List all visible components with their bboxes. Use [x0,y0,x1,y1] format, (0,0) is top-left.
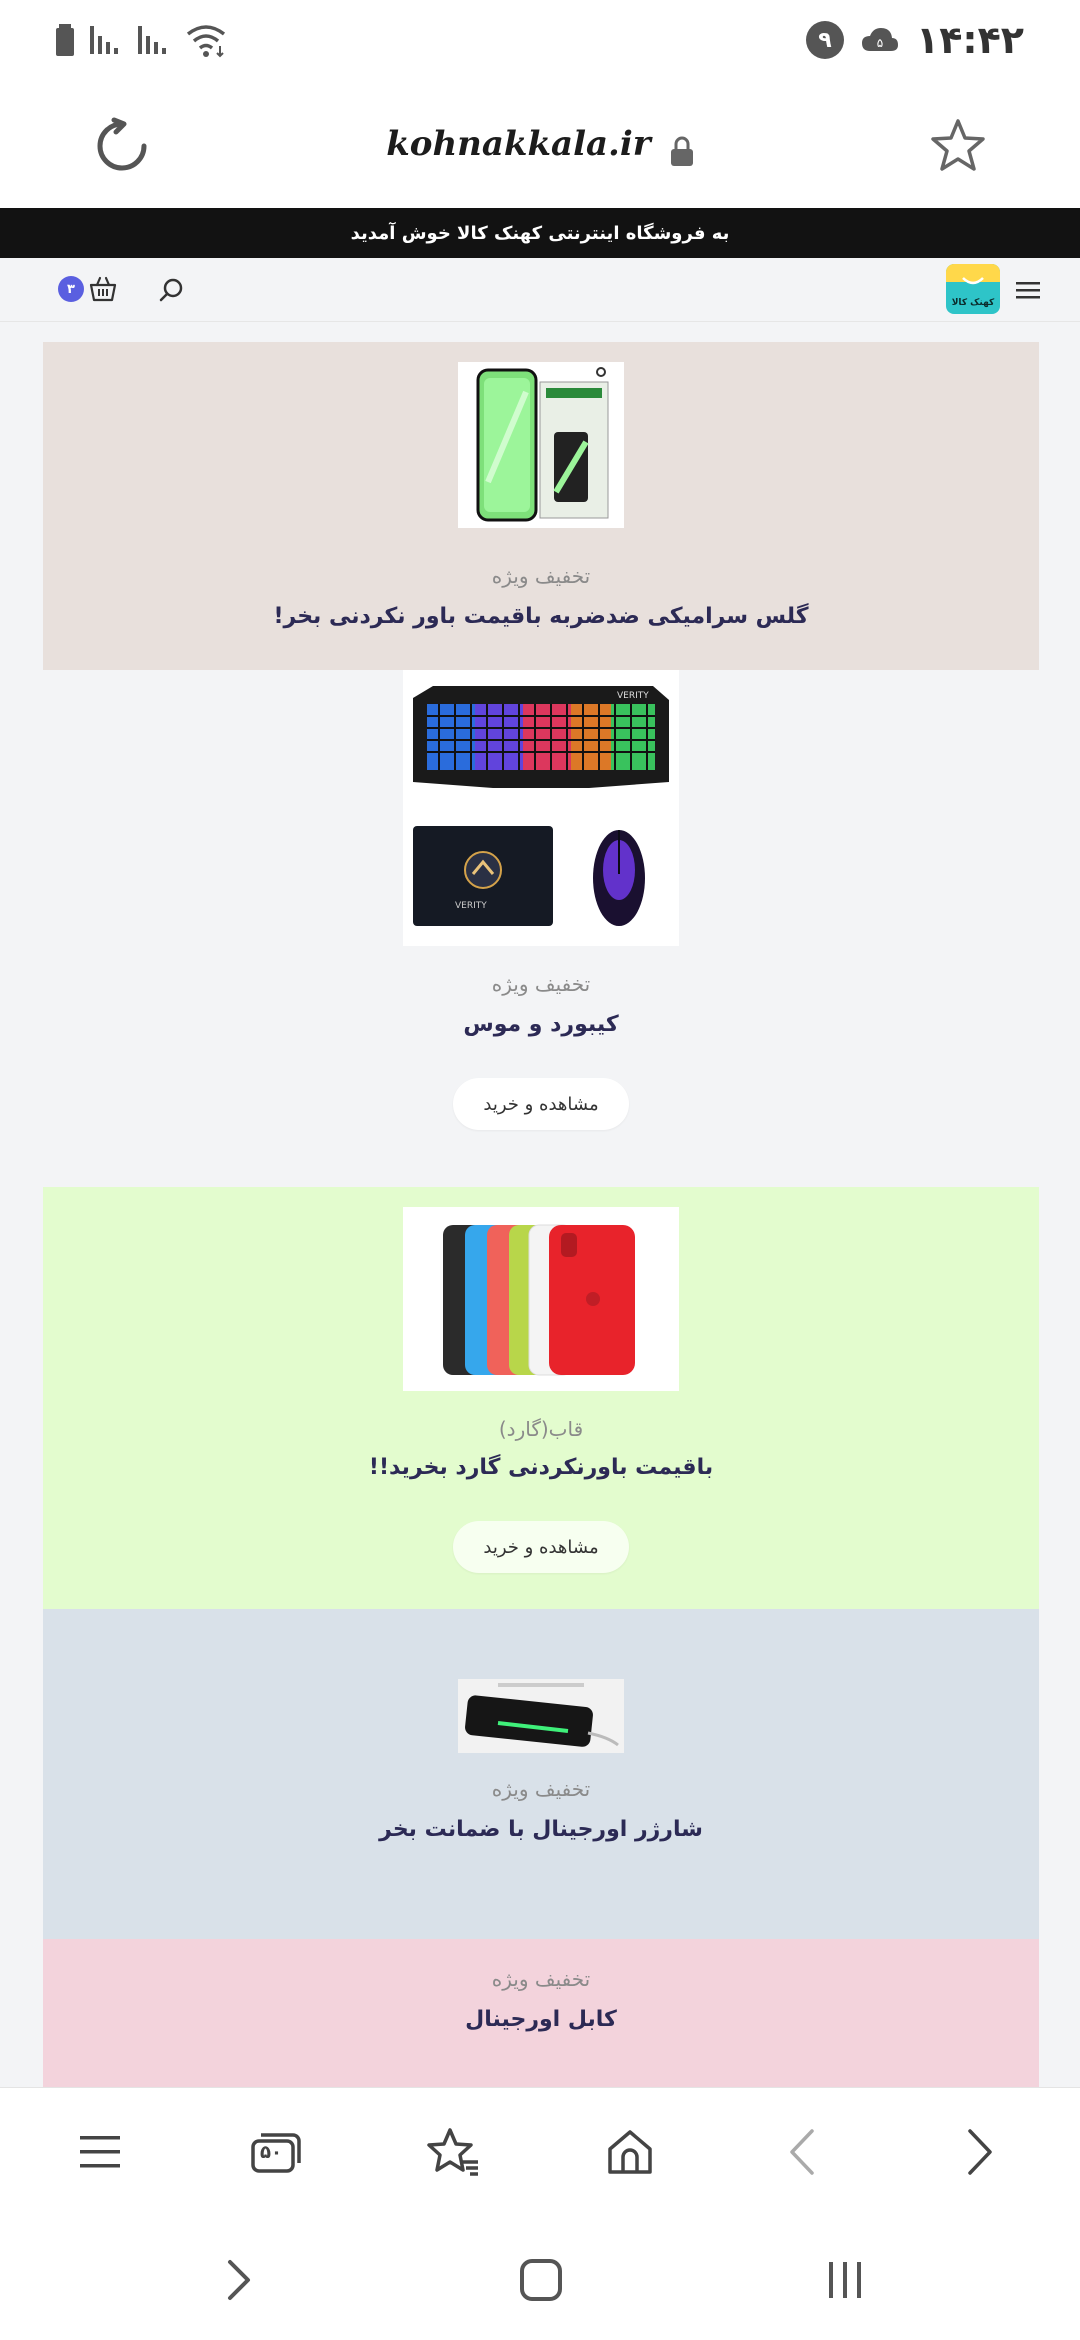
card-title: گلس سرامیکی ضدضربه باقیمت باور نکردنی بخ… [273,604,809,629]
recents-icon [829,2262,861,2298]
back-button[interactable] [774,2124,830,2180]
cases-product-image [403,1207,679,1391]
chevron-right-icon [968,2129,992,2175]
card-title: باقیمت باورنکردنی گارد بخرید!! [368,1455,714,1480]
bookmarks-button[interactable] [426,2124,482,2180]
home-icon [608,2130,652,2174]
address-bar: kohnakkala.ir [0,84,1080,208]
welcome-text: به فروشگاه اینترنتی کهنک کالا خوش آمدید [350,222,730,244]
url-text: kohnakkala.ir [386,124,651,164]
cart-icon[interactable] [88,274,118,304]
site-logo[interactable]: کهنک کالا [946,264,1000,314]
lock-icon [670,136,693,166]
logo-text: کهنک کالا [951,298,995,308]
url-field[interactable]: kohnakkala.ir [0,124,1080,167]
forward-button[interactable] [952,2124,1008,2180]
signal-icon [90,26,118,54]
browser-toolbar: ۵۰ [0,2087,1080,2215]
card-title: شارژر اورجینال با ضمانت بخر [379,1817,703,1842]
system-home-button[interactable] [516,2255,566,2305]
chevron-left-icon [790,2129,814,2175]
promo-card-cases[interactable]: قاب(گارد) باقیمت باورنکردنی گارد بخرید!!… [43,1187,1039,1609]
card-subtitle: قاب(گارد) [498,1417,584,1441]
menu-icon [80,2136,120,2168]
view-and-buy-button[interactable]: مشاهده و خرید [453,1521,629,1573]
search-icon[interactable] [158,276,186,304]
bookmark-button[interactable] [928,116,988,176]
welcome-banner: به فروشگاه اینترنتی کهنک کالا خوش آمدید [0,208,1080,258]
tabs-button[interactable]: ۵۰ [248,2124,304,2180]
cloud-icon: ۵ [862,28,899,51]
card-title: کابل اورجینال [465,2007,617,2032]
notification-badge: ۹ [806,21,845,59]
site-header: کهنک کالا ۳ [0,258,1080,322]
card-subtitle: تخفیف ویژه [491,972,591,996]
charger-product-image [458,1679,624,1753]
signal-icon-2 [138,26,166,54]
svg-text:VERITY: VERITY [455,901,487,911]
promo-card-cable[interactable]: تخفیف ویژه کابل اورجینال [43,1939,1039,2087]
system-navigation-bar [0,2215,1080,2340]
promo-list: تخفیف ویژه گلس سرامیکی ضدضربه باقیمت باو… [0,322,1080,2087]
home-button[interactable] [602,2124,658,2180]
glass-product-image [458,362,624,528]
chevron-right-icon [228,2260,250,2300]
card-subtitle: تخفیف ویژه [491,1777,591,1801]
svg-text:۵: ۵ [877,36,883,50]
battery-icon [56,24,74,56]
wifi-icon [186,25,226,58]
system-back-button[interactable] [214,2255,264,2305]
promo-card-keyboard[interactable]: VERITY VERITY تخفیف ویژه کیبورد و موس مش… [43,670,1039,1170]
status-right: ۹ ۵ ۱۴:۴۲ [806,18,1024,62]
tab-count: ۵۰ [260,2142,282,2163]
promo-card-glass[interactable]: تخفیف ویژه گلس سرامیکی ضدضربه باقیمت باو… [43,342,1039,670]
browser-menu-button[interactable] [72,2124,128,2180]
card-subtitle: تخفیف ویژه [491,564,591,588]
cart-count-badge: ۳ [58,276,84,302]
keyboard-product-image: VERITY VERITY [403,670,679,946]
status-time: ۱۴:۴۲ [916,18,1024,62]
promo-card-charger[interactable]: تخفیف ویژه شارژر اورجینال با ضمانت بخر [43,1609,1039,1939]
status-bar: ۹ ۵ ۱۴:۴۲ [0,0,1080,84]
system-recents-button[interactable] [820,2255,870,2305]
hamburger-menu-icon[interactable] [1014,276,1042,304]
square-icon [520,2259,562,2301]
card-subtitle: تخفیف ویژه [491,1967,591,1991]
smile-icon [962,277,984,285]
bookmarks-star-icon [427,2128,478,2176]
view-and-buy-button[interactable]: مشاهده و خرید [453,1078,629,1130]
star-icon [931,119,985,171]
svg-text:VERITY: VERITY [617,691,649,701]
status-icons [56,22,228,58]
card-title: کیبورد و موس [463,1012,619,1037]
